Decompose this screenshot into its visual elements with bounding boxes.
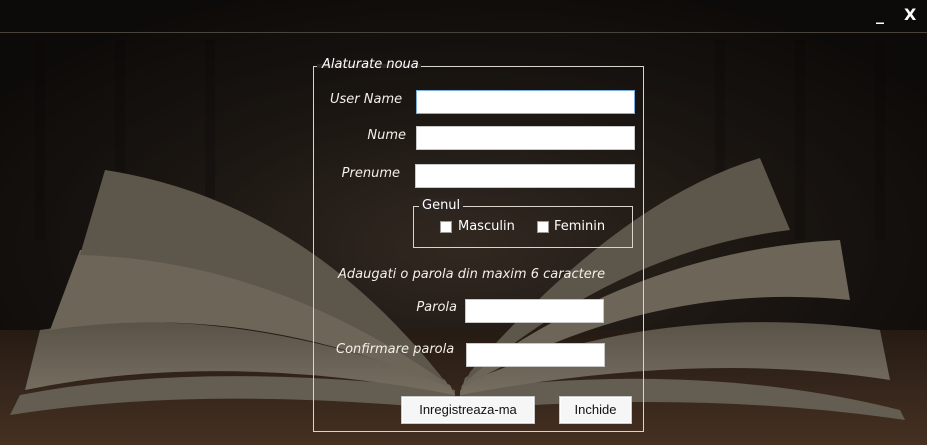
masculin-label: Masculin [458, 219, 515, 234]
minimize-button[interactable]: _ [876, 6, 884, 24]
registration-group [313, 66, 644, 432]
username-label: User Name [330, 92, 403, 107]
registration-legend: Alaturate noua [322, 57, 419, 72]
feminin-checkbox[interactable] [537, 221, 549, 233]
nume-label: Nume [367, 128, 406, 143]
gender-legend: Genul [419, 198, 464, 213]
parola-input[interactable] [465, 299, 604, 323]
prenume-input[interactable] [415, 164, 635, 188]
password-hint: Adaugati o parola din maxim 6 caractere [338, 267, 606, 282]
inchide-button[interactable]: Inchide [559, 396, 632, 424]
confirmare-label: Confirmare parola [336, 342, 455, 357]
nume-input[interactable] [416, 126, 635, 150]
parola-label: Parola [416, 300, 457, 315]
title-bar: _ X [0, 0, 927, 33]
prenume-label: Prenume [341, 166, 400, 181]
register-button[interactable]: Inregistreaza-ma [401, 396, 535, 424]
close-window-button[interactable]: X [904, 6, 916, 24]
feminin-label: Feminin [554, 219, 606, 234]
username-input[interactable] [416, 90, 635, 114]
confirmare-input[interactable] [466, 343, 605, 367]
masculin-checkbox[interactable] [440, 221, 452, 233]
